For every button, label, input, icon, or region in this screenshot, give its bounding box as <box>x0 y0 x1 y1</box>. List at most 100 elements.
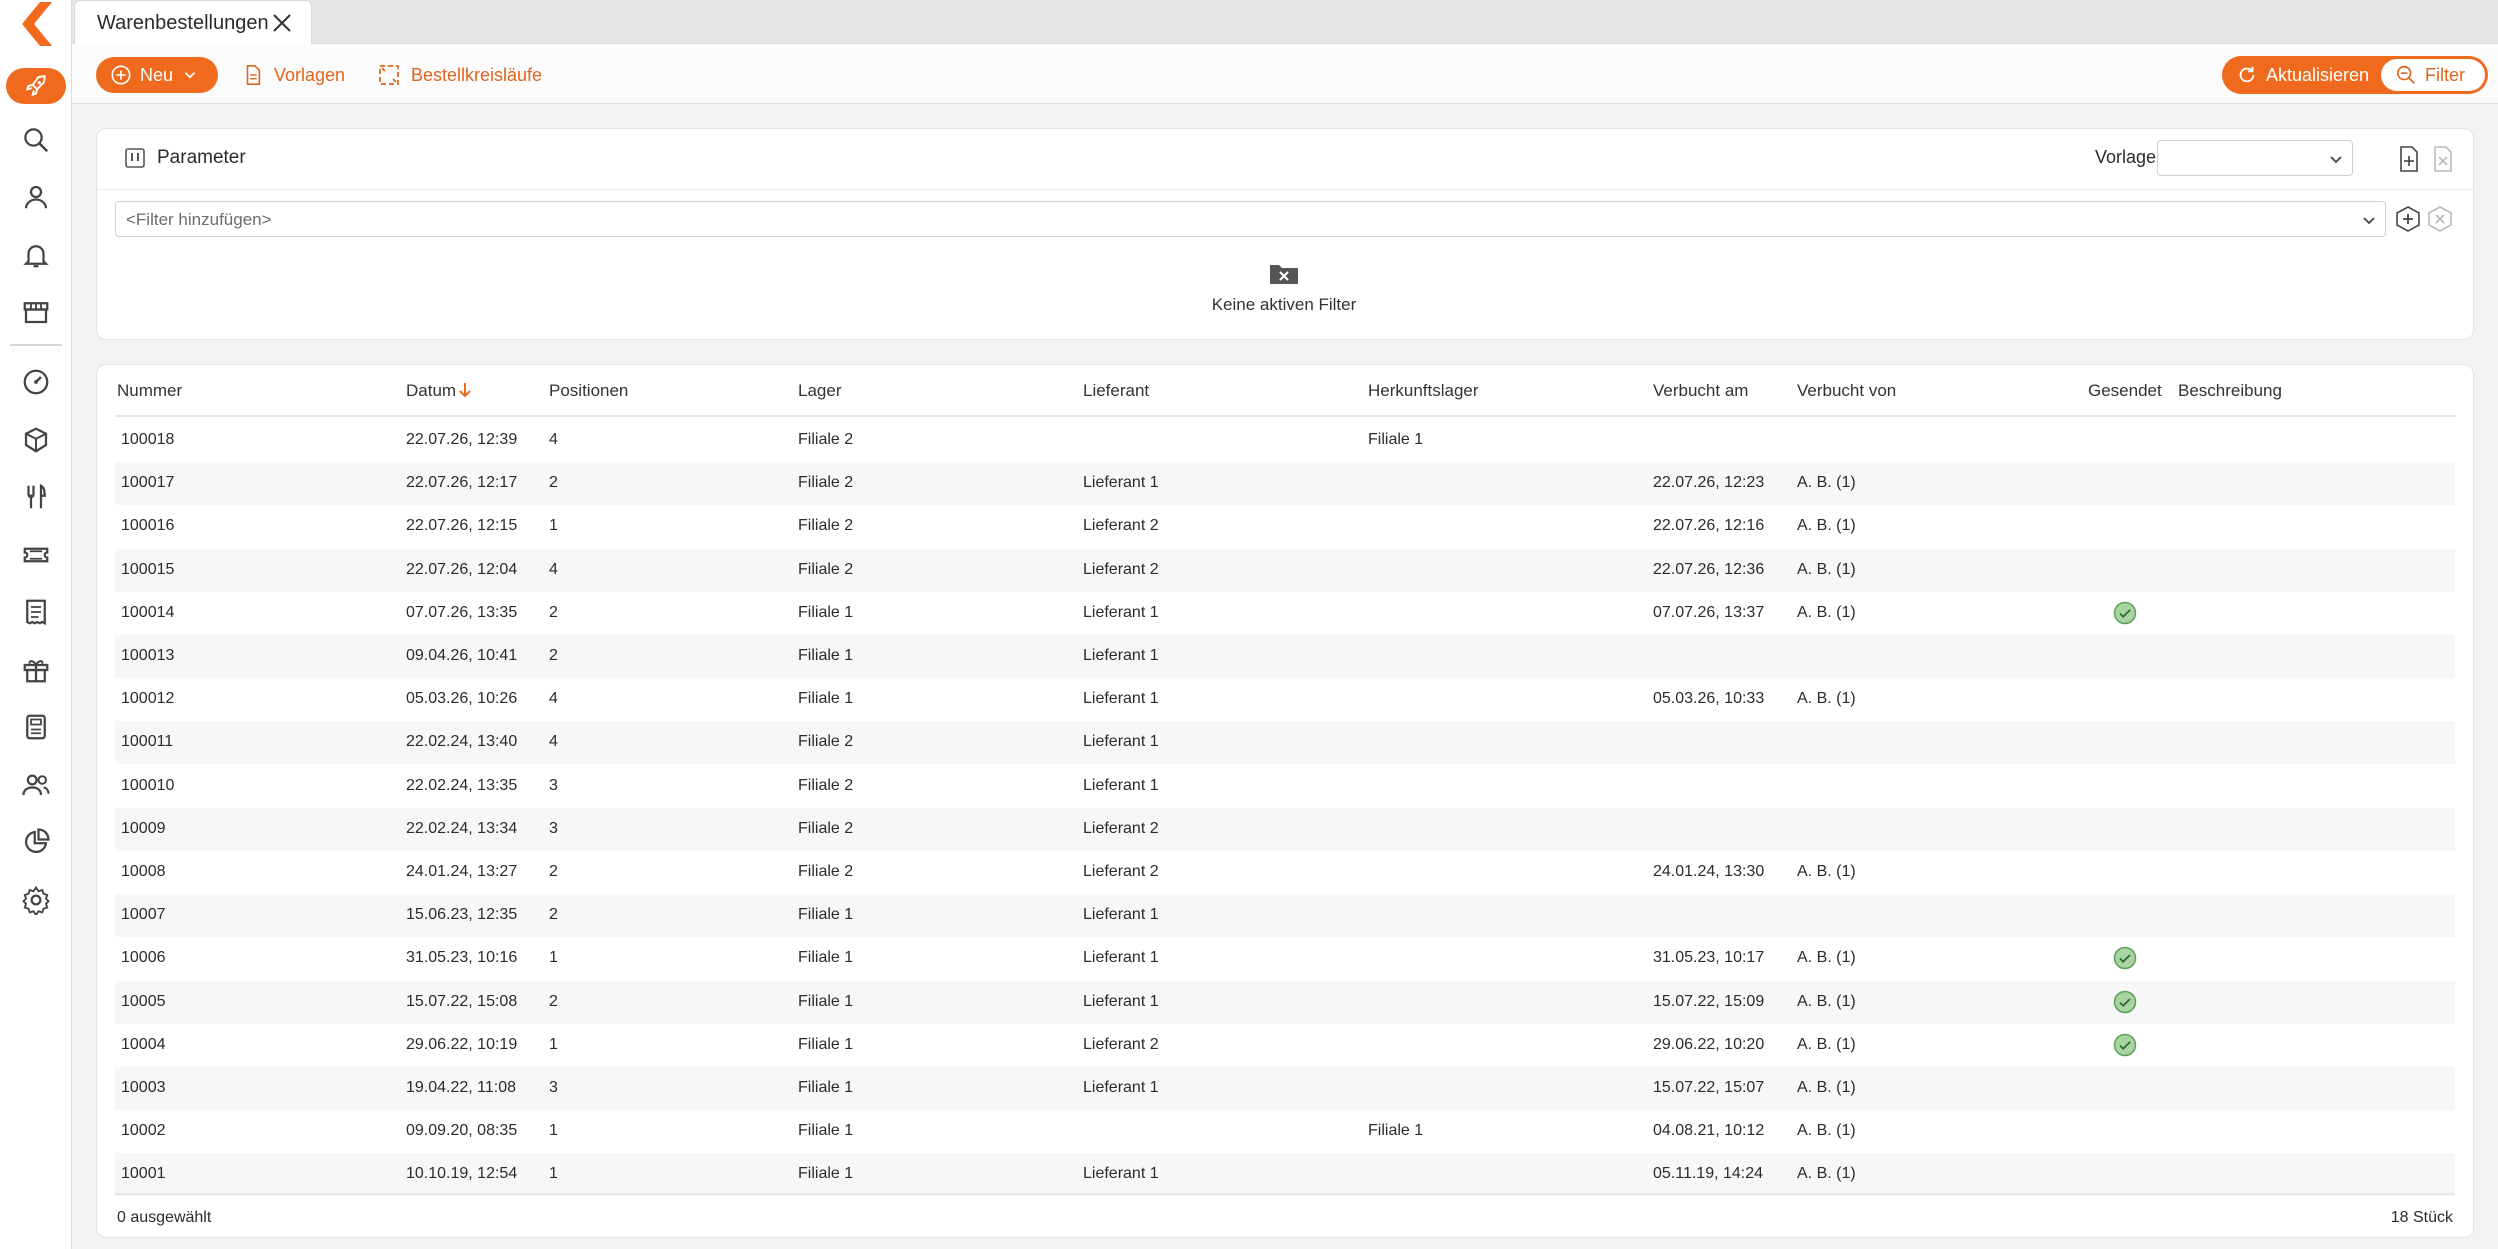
sidebar-item-articles[interactable] <box>16 420 56 460</box>
cell-lager: Filiale 1 <box>798 992 854 1010</box>
column-header-lieferant[interactable]: Lieferant <box>1083 381 1149 401</box>
cell-lager: Filiale 1 <box>798 1165 854 1183</box>
tab-title: Warenbestellungen <box>97 11 269 34</box>
cell-herkunftslager: Filiale 1 <box>1368 431 1424 448</box>
new-button[interactable]: Neu <box>96 57 218 93</box>
cell-positionen: 2 <box>549 647 558 664</box>
cell-positionen: 4 <box>549 690 558 708</box>
cell-datum: 29.06.22, 10:19 <box>406 1035 518 1053</box>
delete-document-icon[interactable] <box>2431 146 2455 172</box>
column-header-gesendet[interactable]: Gesendet <box>2088 381 2162 401</box>
order-cycles-button-label: Bestellkreisläufe <box>411 64 543 85</box>
filter-button[interactable]: Filter <box>2381 59 2485 91</box>
sidebar-item-register[interactable] <box>16 707 56 747</box>
sidebar-item-receipts[interactable] <box>16 592 56 632</box>
cell-nummer: 100017 <box>121 474 175 492</box>
receipt-icon <box>26 599 46 626</box>
cell-lieferant: Lieferant 2 <box>1083 863 1159 880</box>
table-row[interactable]: 10009 22.02.24, 13:34 3 Filiale 2 Lieferant … <box>115 807 2455 851</box>
templates-button[interactable]: Vorlagen <box>242 59 345 91</box>
sidebar-item-dashboard[interactable] <box>16 362 56 402</box>
cell-verbucht-am: 07.07.26, 13:37 <box>1653 603 1765 621</box>
table-row[interactable]: 100014 07.07.26, 13:35 2 Filiale 1 Lieferant… <box>115 592 2455 635</box>
table-row[interactable]: 10003 19.04.22, 11:08 3 Filiale 1 Lieferant … <box>115 1067 2455 1110</box>
sidebar-item-statistics[interactable] <box>16 822 56 862</box>
new-button-label: Neu <box>140 64 174 85</box>
folder-x-icon <box>1270 265 1298 284</box>
cell-nummer: 100010 <box>121 776 175 794</box>
cell-lager: Filiale 2 <box>798 431 854 448</box>
table-row[interactable]: 10004 29.06.22, 10:19 1 Filiale 1 Lieferant … <box>115 1024 2455 1067</box>
cell-lieferant: Lieferant 2 <box>1083 1035 1159 1053</box>
parameter-icon <box>125 148 145 168</box>
column-header-nummer[interactable]: Nummer <box>117 381 182 401</box>
refresh-button[interactable]: Aktualisieren <box>2222 56 2380 94</box>
table-row[interactable]: 100017 22.07.26, 12:17 2 Filiale 2 Lieferant… <box>115 462 2455 506</box>
refresh-icon <box>2239 66 2255 83</box>
table-row[interactable]: 10001 10.10.19, 12:54 1 Filiale 1 Lieferant … <box>115 1153 2455 1197</box>
cell-verbucht-am: 29.06.22, 10:20 <box>1653 1035 1765 1053</box>
cell-positionen: 4 <box>549 733 558 751</box>
cell-lager: Filiale 2 <box>798 474 854 492</box>
column-header-positionen[interactable]: Positionen <box>549 381 628 401</box>
cell-datum: 22.02.24, 13:40 <box>406 733 518 751</box>
table-row[interactable]: 10008 24.01.24, 13:27 2 Filiale 2 Lieferant … <box>115 851 2455 894</box>
table-row[interactable]: 100018 22.07.26, 12:39 4 Filiale 2 Filiale 1 <box>115 419 2455 462</box>
parameter-header[interactable]: Parameter <box>125 147 246 169</box>
sent-check-icon <box>2113 601 2137 625</box>
cell-nummer: 10006 <box>121 949 166 967</box>
sidebar-item-gastro[interactable] <box>16 477 56 517</box>
cell-datum: 31.05.23, 10:16 <box>406 949 518 967</box>
close-icon[interactable] <box>271 12 293 34</box>
table-row[interactable]: 100016 22.07.26, 12:15 1 Filiale 2 Lieferant… <box>115 505 2455 548</box>
cell-lager: Filiale 1 <box>798 1035 854 1053</box>
sidebar-item-user[interactable] <box>16 177 56 217</box>
clear-filter-icon[interactable] <box>2427 206 2453 232</box>
sidebar-item-store[interactable] <box>16 292 56 332</box>
table-row[interactable]: 10006 31.05.23, 10:16 1 Filiale 1 Lieferant … <box>115 937 2455 980</box>
cell-verbucht-am: 31.05.23, 10:17 <box>1653 949 1765 967</box>
sidebar-item-tickets[interactable] <box>16 535 56 575</box>
add-filter-icon[interactable] <box>2395 206 2421 232</box>
cell-verbucht-am: 05.11.19, 14:24 <box>1653 1165 1764 1183</box>
app-logo[interactable] <box>18 2 58 46</box>
sidebar-item-customers[interactable] <box>16 765 56 805</box>
table-row[interactable]: 100013 09.04.26, 10:41 2 Filiale 1 Lieferant… <box>115 635 2455 678</box>
sidebar-item-settings[interactable] <box>16 880 56 920</box>
filter-select[interactable]: <Filter hinzufügen> <box>115 201 2386 237</box>
tab-warenbestellungen[interactable]: Warenbestellungen <box>74 0 312 45</box>
column-header-verbucht-von[interactable]: Verbucht von <box>1797 381 1896 401</box>
sent-check-icon <box>2113 947 2137 970</box>
column-header-verbucht-am[interactable]: Verbucht am <box>1653 381 1748 401</box>
column-header-beschreibung[interactable]: Beschreibung <box>2178 381 2282 401</box>
sidebar-item-notifications[interactable] <box>16 235 56 275</box>
table-row[interactable]: 10002 09.09.20, 08:35 1 Filiale 1 Filiale 1 0… <box>115 1110 2455 1153</box>
cell-datum: 09.04.26, 10:41 <box>406 647 518 664</box>
column-header-datum[interactable]: Datum <box>406 381 472 401</box>
table-footer: 0 ausgewählt 18 Stück <box>115 1193 2455 1239</box>
cell-nummer: 100018 <box>121 431 175 448</box>
table-row[interactable]: 100010 22.02.24, 13:35 3 Filiale 2 Lieferant… <box>115 765 2455 808</box>
vorlage-select[interactable] <box>2157 140 2353 176</box>
sidebar-item-rocket[interactable] <box>6 68 66 104</box>
column-header-lager[interactable]: Lager <box>798 381 841 401</box>
cell-nummer: 10005 <box>121 992 166 1010</box>
cell-verbucht-von: A. B. (1) <box>1797 1079 1856 1096</box>
table-row[interactable]: 10007 15.06.23, 12:35 2 Filiale 1 Lieferant … <box>115 894 2455 938</box>
cell-verbucht-am: 22.07.26, 12:16 <box>1653 517 1765 535</box>
cell-lieferant: Lieferant 2 <box>1083 517 1159 535</box>
sidebar-item-search[interactable] <box>16 120 56 160</box>
table-row[interactable]: 100015 22.07.26, 12:04 4 Filiale 2 Lieferant… <box>115 548 2455 592</box>
order-cycles-button[interactable]: Bestellkreisläufe <box>377 59 542 91</box>
table-row[interactable]: 100012 05.03.26, 10:26 4 Filiale 1 Lieferant… <box>115 678 2455 721</box>
add-document-icon[interactable] <box>2397 146 2421 172</box>
parameter-panel: Parameter Vorlage <Filter hinzufügen> Ke… <box>96 128 2474 340</box>
table-row[interactable]: 100011 22.02.24, 13:40 4 Filiale 2 Lieferant… <box>115 721 2455 765</box>
cell-nummer: 100011 <box>121 733 174 751</box>
table-row[interactable]: 10005 15.07.22, 15:08 2 Filiale 1 Lieferant … <box>115 980 2455 1024</box>
column-header-herkunftslager[interactable]: Herkunftslager <box>1368 381 1479 401</box>
cell-positionen: 1 <box>549 949 558 967</box>
sidebar-item-vouchers[interactable] <box>16 650 56 690</box>
cell-datum: 15.06.23, 12:35 <box>406 906 518 924</box>
cell-positionen: 1 <box>549 1035 558 1053</box>
